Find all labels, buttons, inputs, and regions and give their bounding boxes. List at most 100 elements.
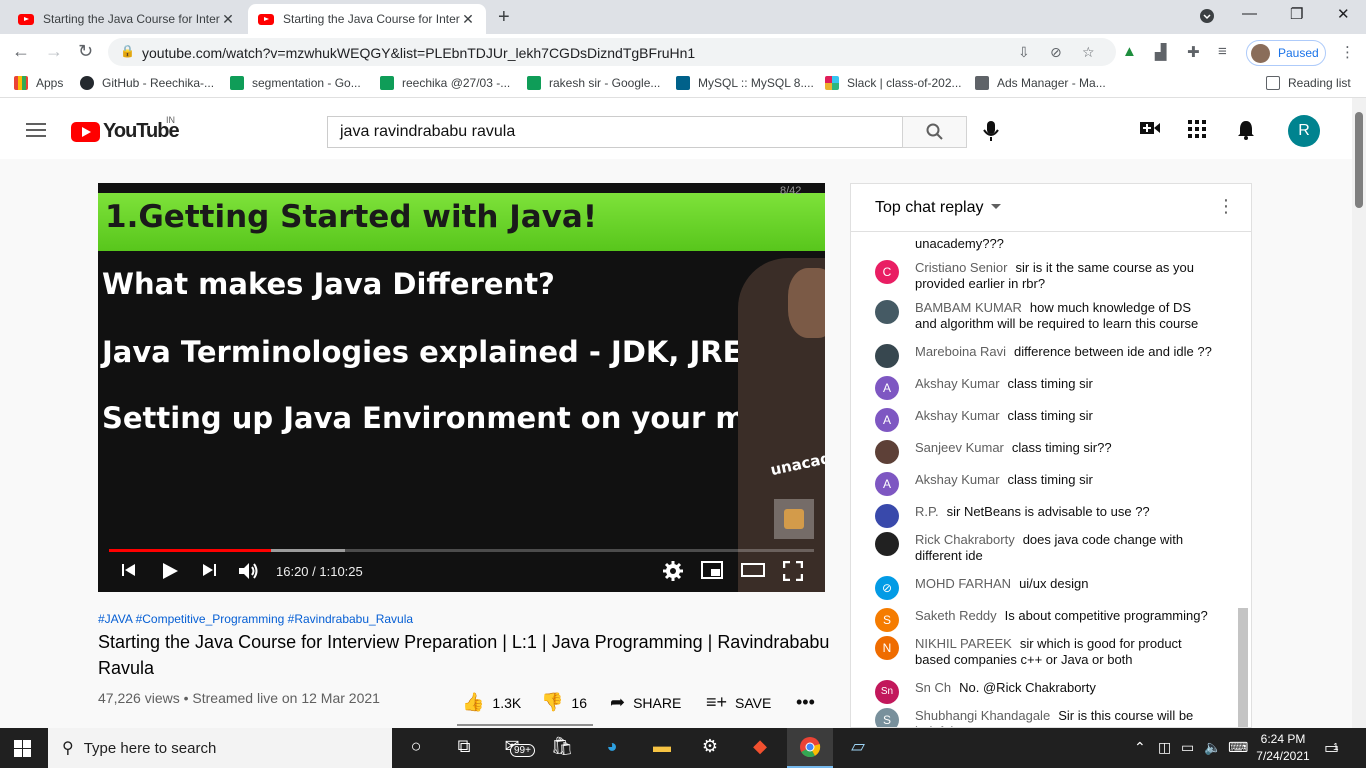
- git-icon[interactable]: ◆: [748, 736, 772, 760]
- settings-button[interactable]: [663, 561, 683, 587]
- close-icon[interactable]: ✕: [220, 11, 236, 28]
- close-icon[interactable]: ✕: [460, 11, 476, 28]
- close-window-button[interactable]: ✕: [1337, 5, 1350, 23]
- save-button[interactable]: ≡+ SAVE: [706, 692, 771, 713]
- speaker-icon[interactable]: 🔈: [1204, 739, 1221, 756]
- miniplayer-button[interactable]: [701, 561, 723, 585]
- video-title: Starting the Java Course for Interview P…: [98, 632, 830, 678]
- notification-center-button[interactable]: ▭ 1: [1324, 738, 1339, 758]
- back-button[interactable]: ←: [12, 41, 30, 62]
- chat-avatar: A: [875, 472, 899, 496]
- bookmark-ads-manager[interactable]: Ads Manager - Ma...: [975, 76, 1106, 90]
- edge-icon[interactable]: ◕: [600, 736, 624, 760]
- notes-app-icon[interactable]: ▱: [846, 736, 870, 760]
- show-hidden-icons-icon[interactable]: ⌃: [1134, 739, 1146, 756]
- fullscreen-button[interactable]: [782, 560, 804, 587]
- youtube-play-icon: [71, 121, 100, 142]
- profile-avatar: [1251, 43, 1270, 63]
- browser-tab-1[interactable]: Starting the Java Course for Inter ✕: [8, 4, 246, 34]
- restore-button[interactable]: ❐: [1290, 5, 1303, 23]
- video-camera-icon: [1140, 122, 1160, 134]
- profile-button[interactable]: Paused: [1246, 40, 1326, 66]
- previous-button[interactable]: [120, 561, 138, 585]
- chat-message: A Akshay Kumar class timing sir: [875, 472, 1215, 496]
- clock-time: 6:24 PM: [1260, 732, 1306, 746]
- youtube-logo[interactable]: YouTube IN: [71, 115, 180, 143]
- drive-extension-icon[interactable]: ▲: [1122, 43, 1137, 60]
- bookmark-apps[interactable]: Apps: [14, 76, 63, 90]
- media-control-icon[interactable]: ≡: [1218, 43, 1227, 60]
- notifications-button[interactable]: [1237, 120, 1255, 145]
- chat-message: Sanjeev Kumar class timing sir??: [875, 440, 1215, 464]
- video-hashtags[interactable]: #JAVA #Competitive_Programming #Ravindra…: [98, 612, 413, 626]
- slide-line: Setting up Java Environment on your mach…: [102, 401, 825, 435]
- account-avatar[interactable]: R: [1288, 115, 1320, 147]
- address-bar[interactable]: 🔒 youtube.com/watch?v=mzwhukWEQGY&list=P…: [108, 38, 1116, 66]
- chat-avatar: A: [875, 408, 899, 432]
- file-explorer-icon[interactable]: ▬: [650, 736, 674, 760]
- chat-message: S Shubhangi Khandagale Sir is this course …: [875, 708, 1215, 727]
- extensions-puzzle-icon[interactable]: ✚: [1187, 43, 1200, 61]
- theater-mode-button[interactable]: [741, 561, 765, 584]
- share-button[interactable]: ➦ SHARE: [610, 692, 681, 713]
- minimize-button[interactable]: —: [1242, 5, 1257, 22]
- create-video-button[interactable]: [1140, 120, 1160, 141]
- video-player[interactable]: 1.Getting Started with Java! 8/42 What m…: [98, 183, 825, 592]
- store-icon[interactable]: 🛍: [550, 736, 574, 760]
- mute-button[interactable]: [238, 561, 260, 587]
- analytics-extension-icon[interactable]: ▟: [1155, 43, 1167, 61]
- new-tab-button[interactable]: +: [498, 6, 510, 29]
- reading-list-button[interactable]: Reading list: [1266, 76, 1351, 90]
- windows-start-button[interactable]: [14, 740, 31, 757]
- chat-mode-dropdown[interactable]: Top chat replay: [875, 199, 984, 217]
- chat-avatar: [875, 300, 899, 324]
- more-actions-button[interactable]: •••: [796, 692, 823, 713]
- taskbar-clock[interactable]: 6:24 PM 7/24/2021: [1253, 731, 1313, 765]
- chat-scrollbar[interactable]: [1238, 608, 1248, 727]
- chat-message: C Cristiano Senior sir is it the same cour…: [875, 260, 1215, 292]
- bookmark-star-icon[interactable]: ☆: [1082, 44, 1095, 61]
- play-button[interactable]: [160, 561, 180, 587]
- meet-now-icon[interactable]: ◫: [1158, 739, 1171, 756]
- volume-icon: [239, 563, 258, 579]
- play-icon: [163, 563, 178, 579]
- channel-watermark[interactable]: [774, 499, 814, 539]
- bookmark-segmentation[interactable]: segmentation - Go...: [230, 76, 361, 90]
- page-scrollbar[interactable]: [1352, 98, 1366, 728]
- forward-button[interactable]: →: [45, 41, 63, 62]
- task-view-icon[interactable]: ⧉: [452, 736, 476, 760]
- bookmarks-bar: Apps GitHub - Reechika-... segmentation …: [0, 70, 1366, 98]
- progress-bar[interactable]: [109, 549, 814, 552]
- chevron-down-icon[interactable]: [991, 204, 1001, 209]
- voice-search-button[interactable]: [983, 120, 999, 147]
- cortana-icon[interactable]: ○: [404, 736, 428, 760]
- more-vertical-icon[interactable]: ⋮: [1217, 196, 1235, 217]
- menu-icon[interactable]: [26, 123, 46, 137]
- chat-message: A Akshay Kumar class timing sir: [875, 376, 1215, 400]
- like-button[interactable]: 👍 1.3K: [462, 692, 521, 713]
- bookmark-reechika[interactable]: reechika @27/03 -...: [380, 76, 510, 90]
- input-icon[interactable]: ⌨: [1228, 739, 1248, 756]
- tab-search-icon[interactable]: [1199, 8, 1215, 28]
- chrome-menu-icon[interactable]: ⋮: [1340, 43, 1355, 61]
- bookmark-github[interactable]: GitHub - Reechika-...: [80, 76, 214, 90]
- taskbar-search-box[interactable]: ⚲ Type here to search: [48, 728, 392, 768]
- reload-button[interactable]: ↻: [78, 41, 93, 62]
- browser-tab-2[interactable]: Starting the Java Course for Inter ✕: [248, 4, 486, 34]
- profile-status: Paused: [1278, 46, 1319, 60]
- next-button[interactable]: [200, 561, 218, 585]
- apps-button[interactable]: [1188, 120, 1206, 143]
- chat-avatar: [875, 440, 899, 464]
- search-button[interactable]: [902, 116, 967, 148]
- bookmark-mysql[interactable]: MySQL :: MySQL 8....: [676, 76, 814, 90]
- power-icon[interactable]: ▭: [1181, 739, 1194, 756]
- bookmark-rakesh[interactable]: rakesh sir - Google...: [527, 76, 660, 90]
- dislike-button[interactable]: 👎 16: [541, 692, 587, 713]
- hide-icon[interactable]: ⊘: [1050, 44, 1062, 61]
- settings-gear-icon[interactable]: ⚙: [698, 736, 722, 760]
- bookmark-slack[interactable]: Slack | class-of-202...: [825, 76, 962, 90]
- install-icon[interactable]: ⇩: [1018, 44, 1030, 61]
- search-input[interactable]: java ravindrababu ravula: [327, 116, 903, 148]
- chat-avatar: Sn: [875, 680, 899, 704]
- scrollbar-thumb[interactable]: [1355, 112, 1363, 208]
